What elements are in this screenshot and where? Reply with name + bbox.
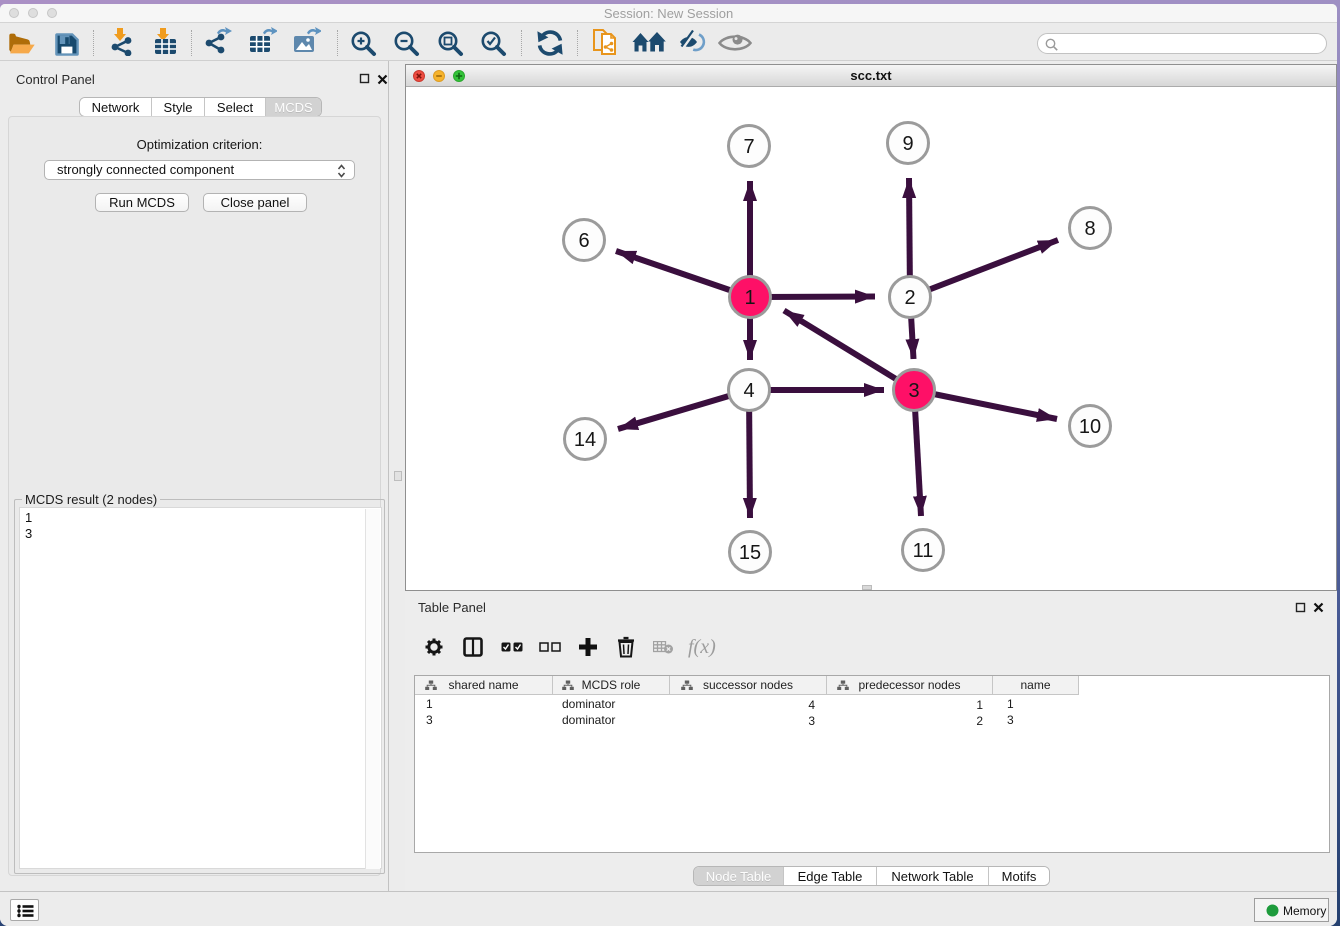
svg-text:10: 10	[1079, 416, 1101, 438]
svg-text:11: 11	[913, 540, 934, 562]
svg-text:9: 9	[902, 133, 913, 155]
svg-text:3: 3	[908, 380, 919, 402]
svg-text:14: 14	[574, 429, 596, 451]
svg-text:7: 7	[743, 136, 754, 158]
svg-text:15: 15	[739, 542, 761, 564]
svg-text:6: 6	[578, 230, 589, 252]
svg-text:1: 1	[744, 287, 755, 309]
svg-text:8: 8	[1084, 218, 1095, 240]
svg-text:4: 4	[743, 380, 754, 402]
svg-text:2: 2	[904, 287, 915, 309]
